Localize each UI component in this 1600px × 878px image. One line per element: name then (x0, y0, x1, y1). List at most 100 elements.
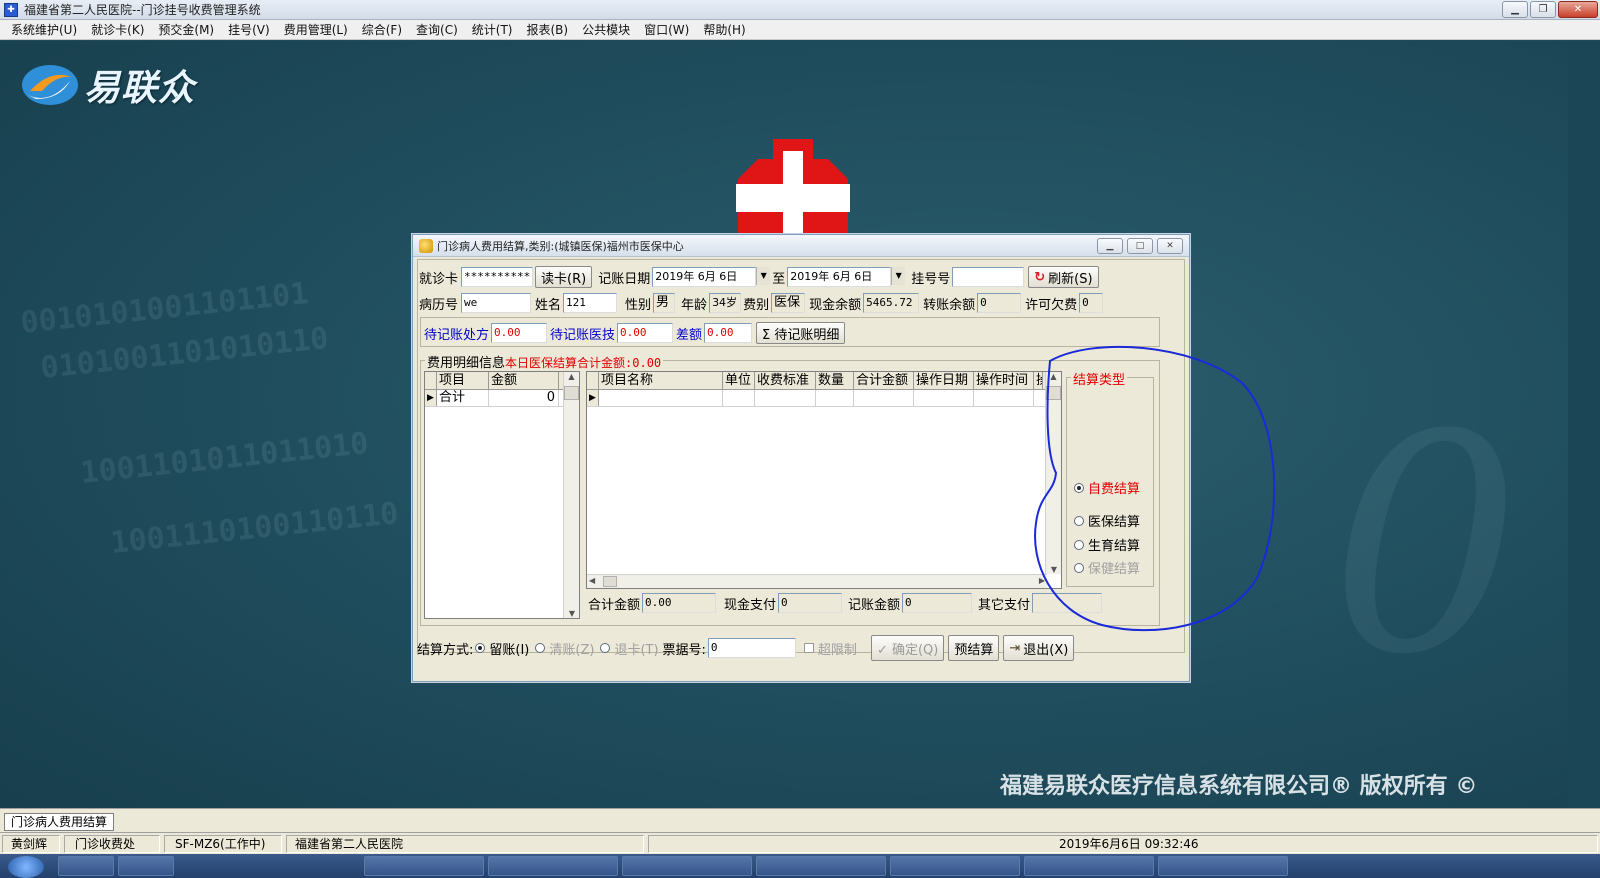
menu-card[interactable]: 就诊卡(K) (84, 21, 151, 38)
desktop-scrollbar[interactable] (1568, 41, 1600, 825)
scroll-down-icon[interactable]: ▼ (564, 609, 579, 618)
column-header[interactable]: 金额 (489, 372, 559, 389)
date-to-picker[interactable]: 2019年 6月 6日 ▼ (787, 267, 906, 287)
menu-window[interactable]: 窗口(W) (637, 21, 696, 38)
scroll-thumb[interactable] (603, 576, 617, 587)
read-card-button[interactable]: 读卡(R) (535, 266, 593, 288)
column-header[interactable]: 操 (1034, 372, 1043, 389)
diff-label: 差额 (676, 327, 703, 343)
pre-settle-button[interactable]: 预结算 (948, 635, 1000, 661)
dialog-titlebar: 门诊病人费用结算,类别:(城镇医保)福州市医保中心 ▁ □ ✕ (413, 235, 1189, 257)
ticket-no-field[interactable]: 0 (707, 638, 796, 658)
window-title: 福建省第二人民医院--门诊挂号收费管理系统 (24, 3, 261, 17)
scroll-up-icon[interactable]: ▲ (1046, 372, 1061, 386)
fee-type-label: 费别 (743, 297, 770, 313)
close-button[interactable]: ✕ (1558, 1, 1598, 18)
allow-debt-label: 许可欠费 (1025, 297, 1078, 313)
column-header[interactable]: 操作时间 (974, 372, 1034, 389)
scroll-left-icon[interactable]: ◀ (589, 576, 595, 585)
scroll-right-icon[interactable]: ▶ (1039, 576, 1045, 585)
confirm-button[interactable]: ✓ 确定(Q) (870, 635, 945, 661)
menu-deposit[interactable]: 预交金(M) (151, 21, 221, 38)
card-field[interactable]: ********** (461, 267, 534, 287)
column-header[interactable]: 单位 (723, 372, 755, 389)
taskbar-item[interactable] (1024, 856, 1154, 876)
date-to-field[interactable]: 2019年 6月 6日 (787, 267, 892, 287)
column-header[interactable]: 操作日期 (914, 372, 974, 389)
status-bar: 黄剑辉 门诊收费处 SF-MZ6(工作中) 福建省第二人民医院 2019年6月6… (0, 832, 1600, 854)
method-clear-radio[interactable]: 清账(Z) (535, 639, 594, 658)
reg-no-field[interactable] (952, 267, 1025, 287)
window-titlebar: ✚ 福建省第二人民医院--门诊挂号收费管理系统 ▁ ❐ ✕ (0, 0, 1600, 20)
column-header[interactable]: 合计金额 (854, 372, 914, 389)
limit-checkbox[interactable]: 超限制 (803, 639, 857, 658)
total-field: 0.00 (642, 593, 717, 613)
taskbar-item[interactable] (1158, 856, 1288, 876)
left-fee-grid[interactable]: 项目 金额 ▶ 合计 0 ▲ ▼ (424, 371, 580, 619)
right-grid-vscrollbar[interactable]: ▲ ▼ (1045, 372, 1061, 574)
dialog-minimize-button[interactable]: ▁ (1097, 238, 1123, 254)
method-hold-radio[interactable]: 留账(I) (475, 639, 529, 658)
column-header[interactable]: 项目名称 (599, 372, 723, 389)
taskbar-item[interactable] (756, 856, 886, 876)
taskbar-item[interactable] (118, 856, 174, 876)
scroll-down-icon[interactable]: ▼ (1046, 565, 1061, 574)
menu-stats[interactable]: 统计(T) (465, 21, 520, 38)
taskbar-item[interactable] (58, 856, 114, 876)
dialog-maximize-button[interactable]: □ (1127, 238, 1153, 254)
menu-system[interactable]: 系统维护(U) (4, 21, 84, 38)
name-field[interactable]: 121 (563, 293, 618, 313)
start-button[interactable] (8, 856, 44, 878)
company-logo: 易联众 (20, 59, 195, 111)
taskbar-item[interactable] (488, 856, 618, 876)
settle-type-healthcare-radio[interactable]: 保健结算 (1074, 558, 1140, 577)
column-header[interactable]: 收费标准 (755, 372, 816, 389)
pending-detail-button[interactable]: Σ 待记账明细 (756, 322, 846, 344)
settle-type-insurance-radio[interactable]: 医保结算 (1074, 511, 1140, 530)
menu-common[interactable]: 公共模块 (575, 21, 637, 38)
scroll-up-icon[interactable]: ▲ (564, 372, 579, 386)
dialog-close-button[interactable]: ✕ (1157, 238, 1183, 254)
settlement-dialog: 门诊病人费用结算,类别:(城镇医保)福州市医保中心 ▁ □ ✕ 就诊卡 ****… (412, 234, 1190, 682)
menu-general[interactable]: 综合(F) (355, 21, 409, 38)
mdi-tab-settlement[interactable]: 门诊病人费用结算 (4, 813, 115, 831)
status-machine: SF-MZ6(工作中) (164, 835, 282, 853)
column-header[interactable]: 项目 (437, 372, 489, 389)
scroll-thumb[interactable] (564, 386, 579, 400)
record-no-field[interactable]: we (461, 293, 532, 313)
right-grid-hscrollbar[interactable]: ◀ ▶ (587, 574, 1047, 588)
cash-balance-label: 现金余额 (809, 297, 862, 313)
date-from-picker[interactable]: 2019年 6月 6日 ▼ (652, 267, 771, 287)
menu-fees[interactable]: 费用管理(L) (277, 21, 355, 38)
table-row[interactable]: ▶ (587, 390, 1047, 407)
chevron-down-icon[interactable]: ▼ (756, 267, 771, 285)
date-from-field[interactable]: 2019年 6月 6日 (652, 267, 757, 287)
detail-group-note: 本日医保结算合计金额:0.00 (505, 356, 662, 370)
taskbar-item[interactable] (364, 856, 484, 876)
taskbar-item[interactable] (622, 856, 752, 876)
row-pointer-icon: ▶ (587, 390, 599, 406)
chevron-down-icon[interactable]: ▼ (891, 267, 906, 285)
other-pay-label: 其它支付 (978, 597, 1031, 613)
menu-register[interactable]: 挂号(V) (221, 21, 277, 38)
settle-type-maternity-radio[interactable]: 生育结算 (1074, 535, 1140, 554)
menu-help[interactable]: 帮助(H) (696, 21, 752, 38)
exit-button[interactable]: ⇥ 退出(X) (1003, 635, 1075, 661)
table-row[interactable]: ▶ 合计 0 (425, 390, 579, 407)
restore-button[interactable]: ❐ (1530, 1, 1556, 18)
minimize-button[interactable]: ▁ (1502, 1, 1528, 18)
refresh-icon: ↻ (1034, 269, 1046, 285)
method-return-card-radio[interactable]: 退卡(T) (600, 639, 659, 658)
taskbar-item[interactable] (890, 856, 1020, 876)
scroll-thumb[interactable] (1046, 386, 1061, 400)
diff-field: 0.00 (704, 323, 753, 343)
red-cross-icon (736, 139, 850, 239)
refresh-button[interactable]: ↻ 刷新(S) (1028, 266, 1099, 288)
left-grid-scrollbar[interactable]: ▲ ▼ (563, 372, 579, 618)
card-label: 就诊卡 (419, 271, 459, 287)
settle-type-self-radio[interactable]: 自费结算 (1074, 478, 1140, 497)
column-header[interactable]: 数量 (816, 372, 854, 389)
menu-query[interactable]: 查询(C) (409, 21, 465, 38)
menu-reports[interactable]: 报表(B) (519, 21, 575, 38)
right-fee-grid[interactable]: 项目名称 单位 收费标准 数量 合计金额 操作日期 操作时间 操 ▶ ▲ (586, 371, 1062, 589)
